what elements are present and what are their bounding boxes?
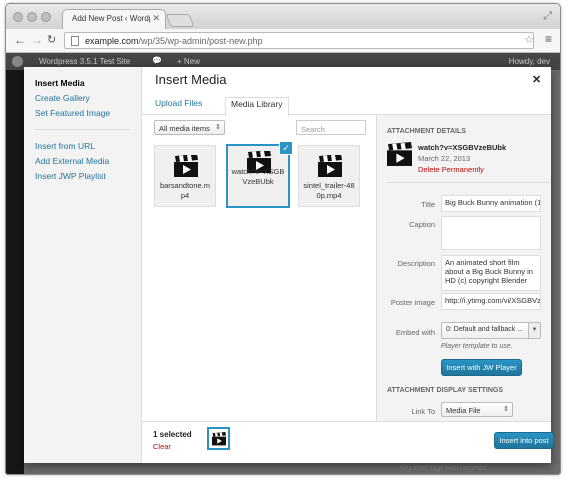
description-label: Description: [397, 259, 435, 268]
back-arrow-icon[interactable]: ←: [14, 33, 26, 47]
close-icon[interactable]: ✕: [532, 73, 541, 86]
title-label: Title: [421, 200, 435, 209]
delete-permanently-link[interactable]: Delete Permanently: [418, 165, 484, 174]
menu-item-add-external-media[interactable]: Add External Media: [24, 154, 141, 169]
comment-bubble-icon[interactable]: 💬: [152, 56, 162, 65]
insert-media-modal: Insert Media Create Gallery Set Featured…: [24, 67, 554, 463]
bookmark-star-icon[interactable]: ☆: [524, 33, 534, 46]
select-arrows-icon: ⇕: [215, 124, 221, 131]
title-field[interactable]: Big Buck Bunny animation (1: [441, 195, 541, 212]
menu-item-insert-jwp-playlist[interactable]: Insert JWP Playlist: [24, 169, 141, 184]
media-menu: Insert Media Create Gallery Set Featured…: [24, 67, 142, 463]
attachment-filename: watch?v=XSGBVzeBUbk: [231, 167, 285, 186]
video-clapperboard-icon: [212, 432, 226, 446]
tab-media-library[interactable]: Media Library: [225, 97, 289, 116]
tab-close-icon[interactable]: ✕: [152, 13, 160, 24]
admin-bar-howdy[interactable]: Howdy, dev: [509, 57, 550, 66]
close-window-button[interactable]: [13, 12, 23, 22]
embed-with-select[interactable]: 0: Default and fallback ... ▼: [441, 322, 541, 339]
media-filter-select[interactable]: All media items ⇕: [154, 120, 225, 135]
browser-tab-title: Add New Post ‹ Wordpress: [72, 14, 150, 23]
menu-separator: [35, 129, 130, 130]
tags-note: Separate tags with commas: [400, 465, 487, 472]
modal-title: Insert Media: [155, 72, 227, 87]
wordpress-logo-icon[interactable]: [12, 56, 23, 67]
caption-field[interactable]: [441, 216, 541, 250]
menu-item-insert-from-url[interactable]: Insert from URL: [24, 139, 141, 154]
hamburger-menu-icon[interactable]: ≡: [545, 32, 552, 46]
video-clapperboard-icon: [174, 155, 198, 177]
attachments-browser: All media items ⇕ barsandtone.mp4 watch?…: [142, 115, 376, 421]
description-field[interactable]: An animated short film about a Big Buck …: [441, 255, 541, 291]
attachment-tile[interactable]: sintel_trailer-480p.mp4: [298, 145, 360, 207]
clear-selection-link[interactable]: Clear: [153, 442, 171, 451]
link-to-select[interactable]: Media File ⇕: [441, 402, 513, 417]
admin-bar-new[interactable]: + New: [177, 57, 200, 66]
video-clapperboard-icon: [318, 155, 342, 177]
details-date: March 22, 2013: [418, 154, 471, 163]
link-to-label: Link To: [411, 407, 435, 416]
video-clapperboard-icon: [387, 142, 412, 166]
insert-with-jw-player-button[interactable]: Insert with JW Player: [441, 359, 522, 376]
menu-item-create-gallery[interactable]: Create Gallery: [24, 91, 141, 106]
tab-upload-files[interactable]: Upload Files: [150, 97, 207, 115]
reload-icon[interactable]: ↻: [47, 33, 56, 46]
divider: [387, 182, 549, 183]
attachment-filename: sintel_trailer-480p.mp4: [303, 181, 355, 200]
browser-toolbar: ← → ↻ example.com/wp/35/wp-admin/post-ne…: [6, 29, 560, 53]
chevron-down-icon: ▼: [528, 323, 540, 338]
caption-label: Caption: [409, 220, 435, 229]
insert-into-post-button[interactable]: Insert into post: [494, 432, 554, 449]
selection-thumbnail[interactable]: [207, 427, 230, 450]
checkmark-icon[interactable]: ✓: [279, 141, 293, 155]
media-router: Upload Files Media Library: [142, 97, 551, 116]
embed-with-label: Embed with: [395, 328, 435, 337]
attachment-details-sidebar: Attachment Details watch?v=XSGBVzeBUbk M…: [376, 115, 551, 421]
zoom-window-button[interactable]: [41, 12, 51, 22]
attachment-tile-selected[interactable]: watch?v=XSGBVzeBUbk ✓: [226, 141, 293, 208]
address-bar[interactable]: example.com/wp/35/wp-admin/post-new.php: [64, 32, 534, 49]
fullscreen-icon[interactable]: ⤢: [543, 10, 552, 23]
embed-with-value: 0: Default and fallback ...: [446, 326, 524, 333]
new-tab-button[interactable]: [165, 14, 195, 27]
attachment-filename: barsandtone.mp4: [159, 181, 211, 200]
tab-strip: Add New Post ‹ Wordpress ✕ ⤢: [6, 4, 560, 29]
minimize-window-button[interactable]: [27, 12, 37, 22]
attachment-tile[interactable]: barsandtone.mp4: [154, 145, 216, 207]
media-toolbar: 1 selected Clear Insert into post: [142, 421, 554, 463]
media-filter-value: All media items: [159, 124, 210, 133]
embed-help-text: Player template to use.: [441, 343, 513, 350]
browser-window: Add New Post ‹ Wordpress ✕ ⤢ ← → ↻ examp…: [5, 3, 561, 475]
poster-image-field[interactable]: http://i.ytimg.com/vi/XSGBVze: [441, 293, 541, 310]
search-input[interactable]: [296, 120, 366, 135]
url-host: example.com: [85, 36, 139, 46]
menu-item-set-featured-image[interactable]: Set Featured Image: [24, 106, 141, 121]
admin-bar-site[interactable]: Wordpress 3.5.1 Test Site: [39, 57, 130, 66]
link-to-value: Media File: [446, 406, 481, 415]
selection-count: 1 selected: [153, 430, 192, 439]
details-filename: watch?v=XSGBVzeBUbk: [418, 143, 507, 152]
browser-tab[interactable]: Add New Post ‹ Wordpress ✕: [62, 9, 166, 29]
forward-arrow-icon[interactable]: →: [31, 33, 43, 47]
page-icon: [71, 36, 79, 46]
select-arrows-icon: ⇕: [503, 406, 509, 413]
display-settings-heading: Attachment Display Settings: [387, 387, 504, 394]
attachment-details-heading: Attachment Details: [387, 128, 466, 135]
url-path: /wp/35/wp-admin/post-new.php: [138, 36, 263, 46]
menu-item-insert-media[interactable]: Insert Media: [24, 76, 141, 91]
poster-image-label: Poster image: [390, 298, 435, 307]
